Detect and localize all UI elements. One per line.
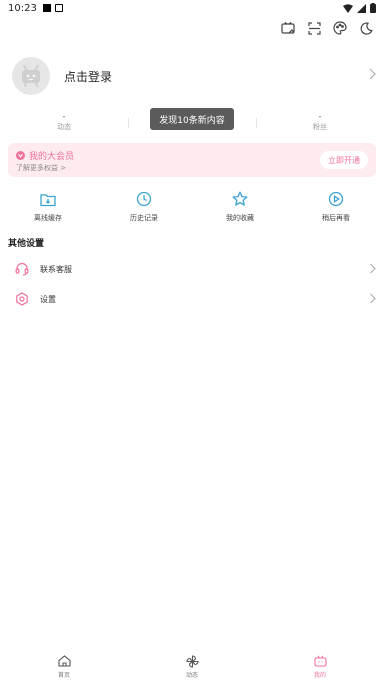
profile-login-row[interactable]: 点击登录: [12, 55, 376, 97]
tv-icon: [313, 654, 327, 668]
chevron-right-icon: [370, 293, 376, 304]
quick-favorites[interactable]: 我的收藏: [192, 190, 288, 230]
tab-label: 我的: [313, 672, 326, 679]
stat-label: 动态: [57, 123, 71, 131]
vip-badge-icon: [16, 151, 25, 160]
palette-icon[interactable]: [332, 20, 348, 36]
cast-icon[interactable]: [280, 20, 296, 36]
tv-mascot-icon: [22, 65, 40, 87]
offline-cache-icon: [39, 190, 57, 208]
vip-title: 我的大会员: [29, 152, 75, 162]
list-item-label: 联系客服: [40, 264, 72, 274]
pinwheel-icon: [185, 654, 199, 668]
night-mode-icon[interactable]: [358, 20, 374, 36]
vip-open-button[interactable]: 立即开通: [320, 151, 368, 169]
stat-fans[interactable]: - 粉丝: [256, 112, 384, 136]
notification-icon: [42, 4, 51, 12]
watch-later-icon: [327, 190, 345, 208]
login-prompt[interactable]: 点击登录: [64, 68, 112, 85]
tab-mine[interactable]: 我的: [256, 650, 384, 682]
wifi-icon: [343, 3, 353, 13]
chevron-right-icon: [370, 263, 376, 274]
list-item-contact-support[interactable]: 联系客服: [14, 259, 376, 279]
status-bar: 10:23: [0, 0, 384, 16]
gear-icon: [14, 291, 30, 307]
quick-watch-later[interactable]: 稍后再看: [288, 190, 384, 230]
history-icon: [135, 190, 153, 208]
other-settings-title: 其他设置: [8, 239, 45, 249]
quick-label: 离线缓存: [34, 214, 62, 222]
quick-actions: 离线缓存 历史记录 我的收藏 稍后再看: [0, 190, 384, 230]
notification-icon-2: [54, 4, 63, 12]
chevron-right-icon: [369, 68, 376, 80]
new-content-toast: 发现10条新内容: [150, 108, 234, 130]
tab-label: 首页: [57, 672, 70, 679]
vip-title-row: 我的大会员: [16, 149, 74, 162]
headset-icon: [14, 261, 30, 277]
star-icon: [231, 190, 249, 208]
list-item-settings[interactable]: 设置: [14, 289, 376, 309]
bottom-nav: 首页 动态 我的: [0, 650, 384, 682]
stat-label: 粉丝: [313, 123, 327, 131]
tab-home[interactable]: 首页: [0, 650, 128, 682]
top-toolbar: [280, 20, 374, 36]
tab-label: 动态: [185, 672, 198, 679]
vip-card[interactable]: 我的大会员 了解更多权益 > 立即开通: [8, 143, 376, 177]
stat-dynamics[interactable]: - 动态: [0, 112, 128, 136]
home-icon: [57, 654, 71, 668]
battery-icon: [370, 3, 376, 13]
stat-divider: [128, 118, 129, 128]
quick-history[interactable]: 历史记录: [96, 190, 192, 230]
signal-icon: [357, 3, 366, 13]
stat-value: -: [62, 112, 66, 121]
status-time: 10:23: [8, 2, 37, 14]
vip-subtitle-link[interactable]: 了解更多权益 >: [16, 163, 66, 173]
list-item-label: 设置: [40, 294, 56, 304]
quick-label: 历史记录: [130, 214, 158, 222]
quick-label: 我的收藏: [226, 214, 254, 222]
quick-offline-cache[interactable]: 离线缓存: [0, 190, 96, 230]
tab-dynamics[interactable]: 动态: [128, 650, 256, 682]
quick-label: 稍后再看: [322, 214, 350, 222]
avatar[interactable]: [12, 57, 50, 95]
stat-divider: [256, 118, 257, 128]
scan-icon[interactable]: [306, 20, 322, 36]
stat-value: -: [318, 112, 322, 121]
